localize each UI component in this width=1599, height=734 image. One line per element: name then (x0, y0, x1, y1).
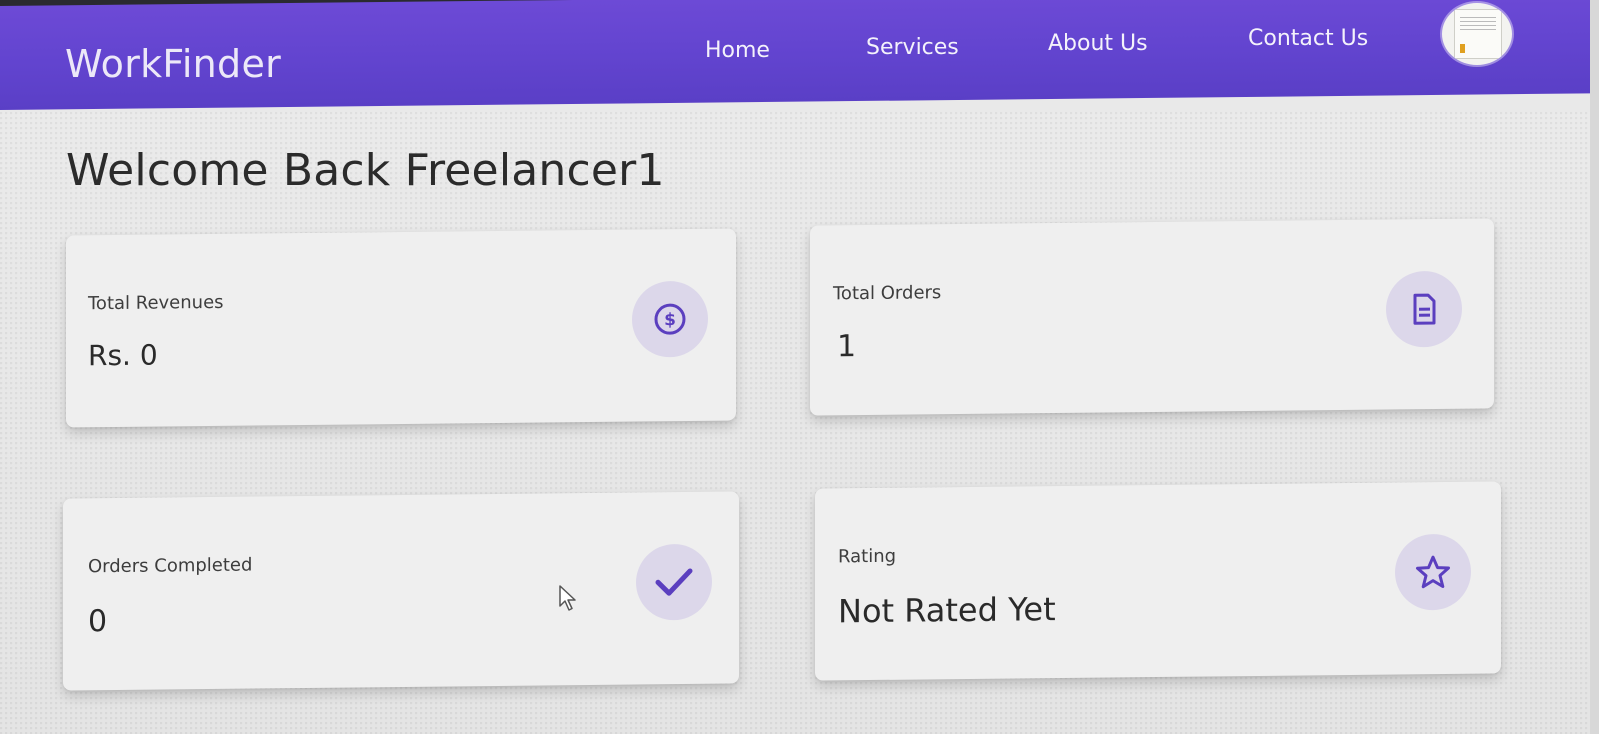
orders-icon-badge (1386, 270, 1462, 348)
stat-value-completed: 0 (88, 604, 108, 640)
stat-value-revenue: Rs. 0 (88, 338, 158, 373)
stat-label-rating: Rating (838, 545, 897, 568)
revenue-icon-badge: $ (632, 280, 708, 358)
mouse-cursor-icon (559, 585, 576, 611)
check-icon (655, 568, 693, 596)
nav-about-link[interactable]: About Us (1048, 31, 1148, 56)
brand-logo[interactable]: WorkFinder (65, 42, 281, 86)
certificate-image (1454, 9, 1502, 59)
stat-label-revenue: Total Revenues (88, 291, 224, 315)
stat-card-revenue: Total Revenues Rs. 0 $ (66, 228, 736, 428)
nav-home-link[interactable]: Home (705, 38, 770, 63)
document-icon (1413, 293, 1436, 325)
screen-bezel-right (1590, 0, 1599, 734)
stat-label-orders: Total Orders (833, 282, 942, 305)
stat-card-orders: Total Orders 1 (810, 218, 1494, 416)
nav-services-link[interactable]: Services (866, 35, 959, 60)
svg-text:$: $ (664, 310, 676, 330)
profile-avatar[interactable] (1442, 3, 1512, 65)
rating-icon-badge (1395, 533, 1471, 611)
star-icon (1416, 555, 1450, 589)
stat-value-rating: Not Rated Yet (838, 590, 1056, 631)
nav-contact-link[interactable]: Contact Us (1248, 26, 1368, 51)
stat-card-rating: Rating Not Rated Yet (815, 481, 1501, 681)
page-title: Welcome Back Freelancer1 (66, 145, 665, 196)
dollar-circle-icon: $ (654, 303, 686, 335)
stat-value-orders: 1 (837, 329, 857, 365)
stat-label-completed: Orders Completed (88, 554, 253, 578)
stat-card-completed: Orders Completed 0 (63, 491, 739, 691)
completed-icon-badge (636, 543, 712, 621)
